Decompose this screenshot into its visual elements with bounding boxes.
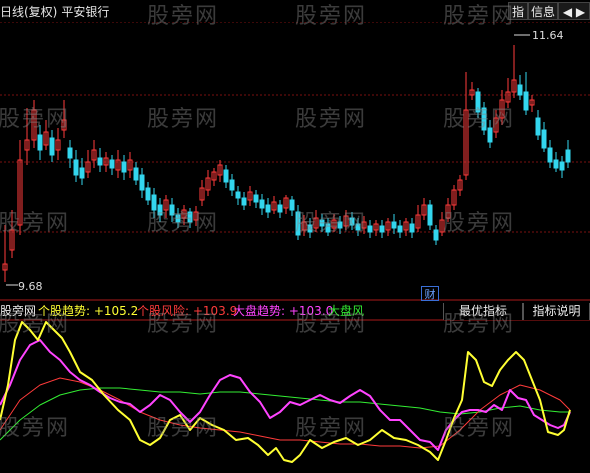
index-button[interactable]: 指	[508, 2, 528, 20]
indicator-item-market-risk: 大盘风	[328, 303, 364, 320]
optimal-indicator-button[interactable]: 最优指标	[443, 303, 523, 320]
candle-body	[487, 127, 493, 143]
candle-body	[289, 199, 295, 211]
market-risk-label: 大盘风	[328, 304, 365, 318]
candle-body	[229, 179, 235, 191]
candle-body	[355, 223, 361, 231]
candle-body	[433, 229, 439, 241]
candle-body	[391, 221, 397, 229]
indicator-item-market-trend: 大盘趋势: +103.0	[233, 303, 333, 320]
candle-body	[241, 197, 247, 206]
chart-title: 日线(复权) 平安银行	[0, 3, 109, 20]
candle-body	[427, 204, 433, 226]
market-trend-value: +103.0	[288, 304, 334, 318]
candle-body	[337, 221, 343, 229]
candle-body	[481, 107, 487, 131]
candle-body	[517, 84, 523, 96]
candle-body	[37, 134, 43, 151]
stock-name: 平安银行	[61, 5, 110, 19]
chart-header: 日线(复权) 平安银行 指 信息 ◀ ▶	[0, 0, 590, 22]
indicator-name[interactable]: 股旁网	[0, 303, 36, 320]
candle-body	[523, 91, 529, 111]
candle-body	[253, 194, 259, 203]
indicator-explain-button[interactable]: 指标说明	[523, 303, 590, 320]
high-price-label: 11.64	[532, 29, 564, 42]
candle-body	[259, 199, 265, 209]
candle-body	[319, 219, 325, 227]
stock-risk-value: +103.9	[192, 304, 238, 318]
candle-body	[535, 117, 541, 136]
candle-body	[553, 159, 559, 169]
stock-trend-value: +105.2	[93, 304, 139, 318]
low-price-label: 9.68	[18, 280, 43, 293]
candle-body	[409, 223, 415, 233]
candle-body	[475, 91, 481, 113]
indicator-item-stock-trend: 个股趋势: +105.2	[38, 303, 138, 320]
candle-body	[379, 225, 385, 233]
kline-chart[interactable]	[0, 0, 590, 473]
candle-body	[307, 224, 313, 233]
nav-arrows-button[interactable]: ◀ ▶	[558, 2, 590, 20]
candle-body	[295, 211, 301, 236]
candle-body	[151, 194, 157, 211]
candle-body	[73, 159, 79, 176]
period-label[interactable]: 日线(复权)	[0, 5, 57, 19]
finance-marker[interactable]: 财	[421, 286, 439, 301]
candle-body	[79, 167, 85, 179]
candle-body	[559, 161, 565, 171]
indicator-item-stock-risk: 个股风险: +103.9	[137, 303, 237, 320]
candle-body	[565, 149, 571, 163]
candle-body	[187, 211, 193, 223]
stock-trend-label: 个股趋势:	[38, 304, 94, 318]
candle-body	[97, 157, 103, 166]
candle-body	[235, 191, 241, 199]
candle-body	[49, 137, 55, 156]
candle-body	[109, 159, 115, 169]
candle-body	[541, 129, 547, 149]
candle-body	[169, 204, 175, 216]
stock-risk-label: 个股风险:	[137, 304, 193, 318]
candle-body	[547, 147, 553, 163]
info-button[interactable]: 信息	[528, 2, 558, 20]
candle-body	[175, 214, 181, 223]
stock-risk-line	[0, 377, 571, 449]
candle-body	[139, 174, 145, 191]
candle-body	[67, 147, 73, 159]
candle-body	[121, 161, 127, 173]
market-trend-label: 大盘趋势:	[233, 304, 289, 318]
market-risk-line	[0, 387, 570, 441]
candle-body	[367, 225, 373, 233]
candle-body	[157, 204, 163, 216]
candle-body	[265, 204, 271, 213]
candle-body	[349, 217, 355, 226]
candle-body	[223, 169, 229, 183]
candle-body	[133, 167, 139, 181]
candle-body	[145, 187, 151, 201]
stock-trend-line	[0, 321, 571, 463]
market-trend-line	[0, 339, 571, 451]
candle-body	[277, 204, 283, 213]
candle-body	[397, 225, 403, 233]
candle-body	[325, 223, 331, 233]
